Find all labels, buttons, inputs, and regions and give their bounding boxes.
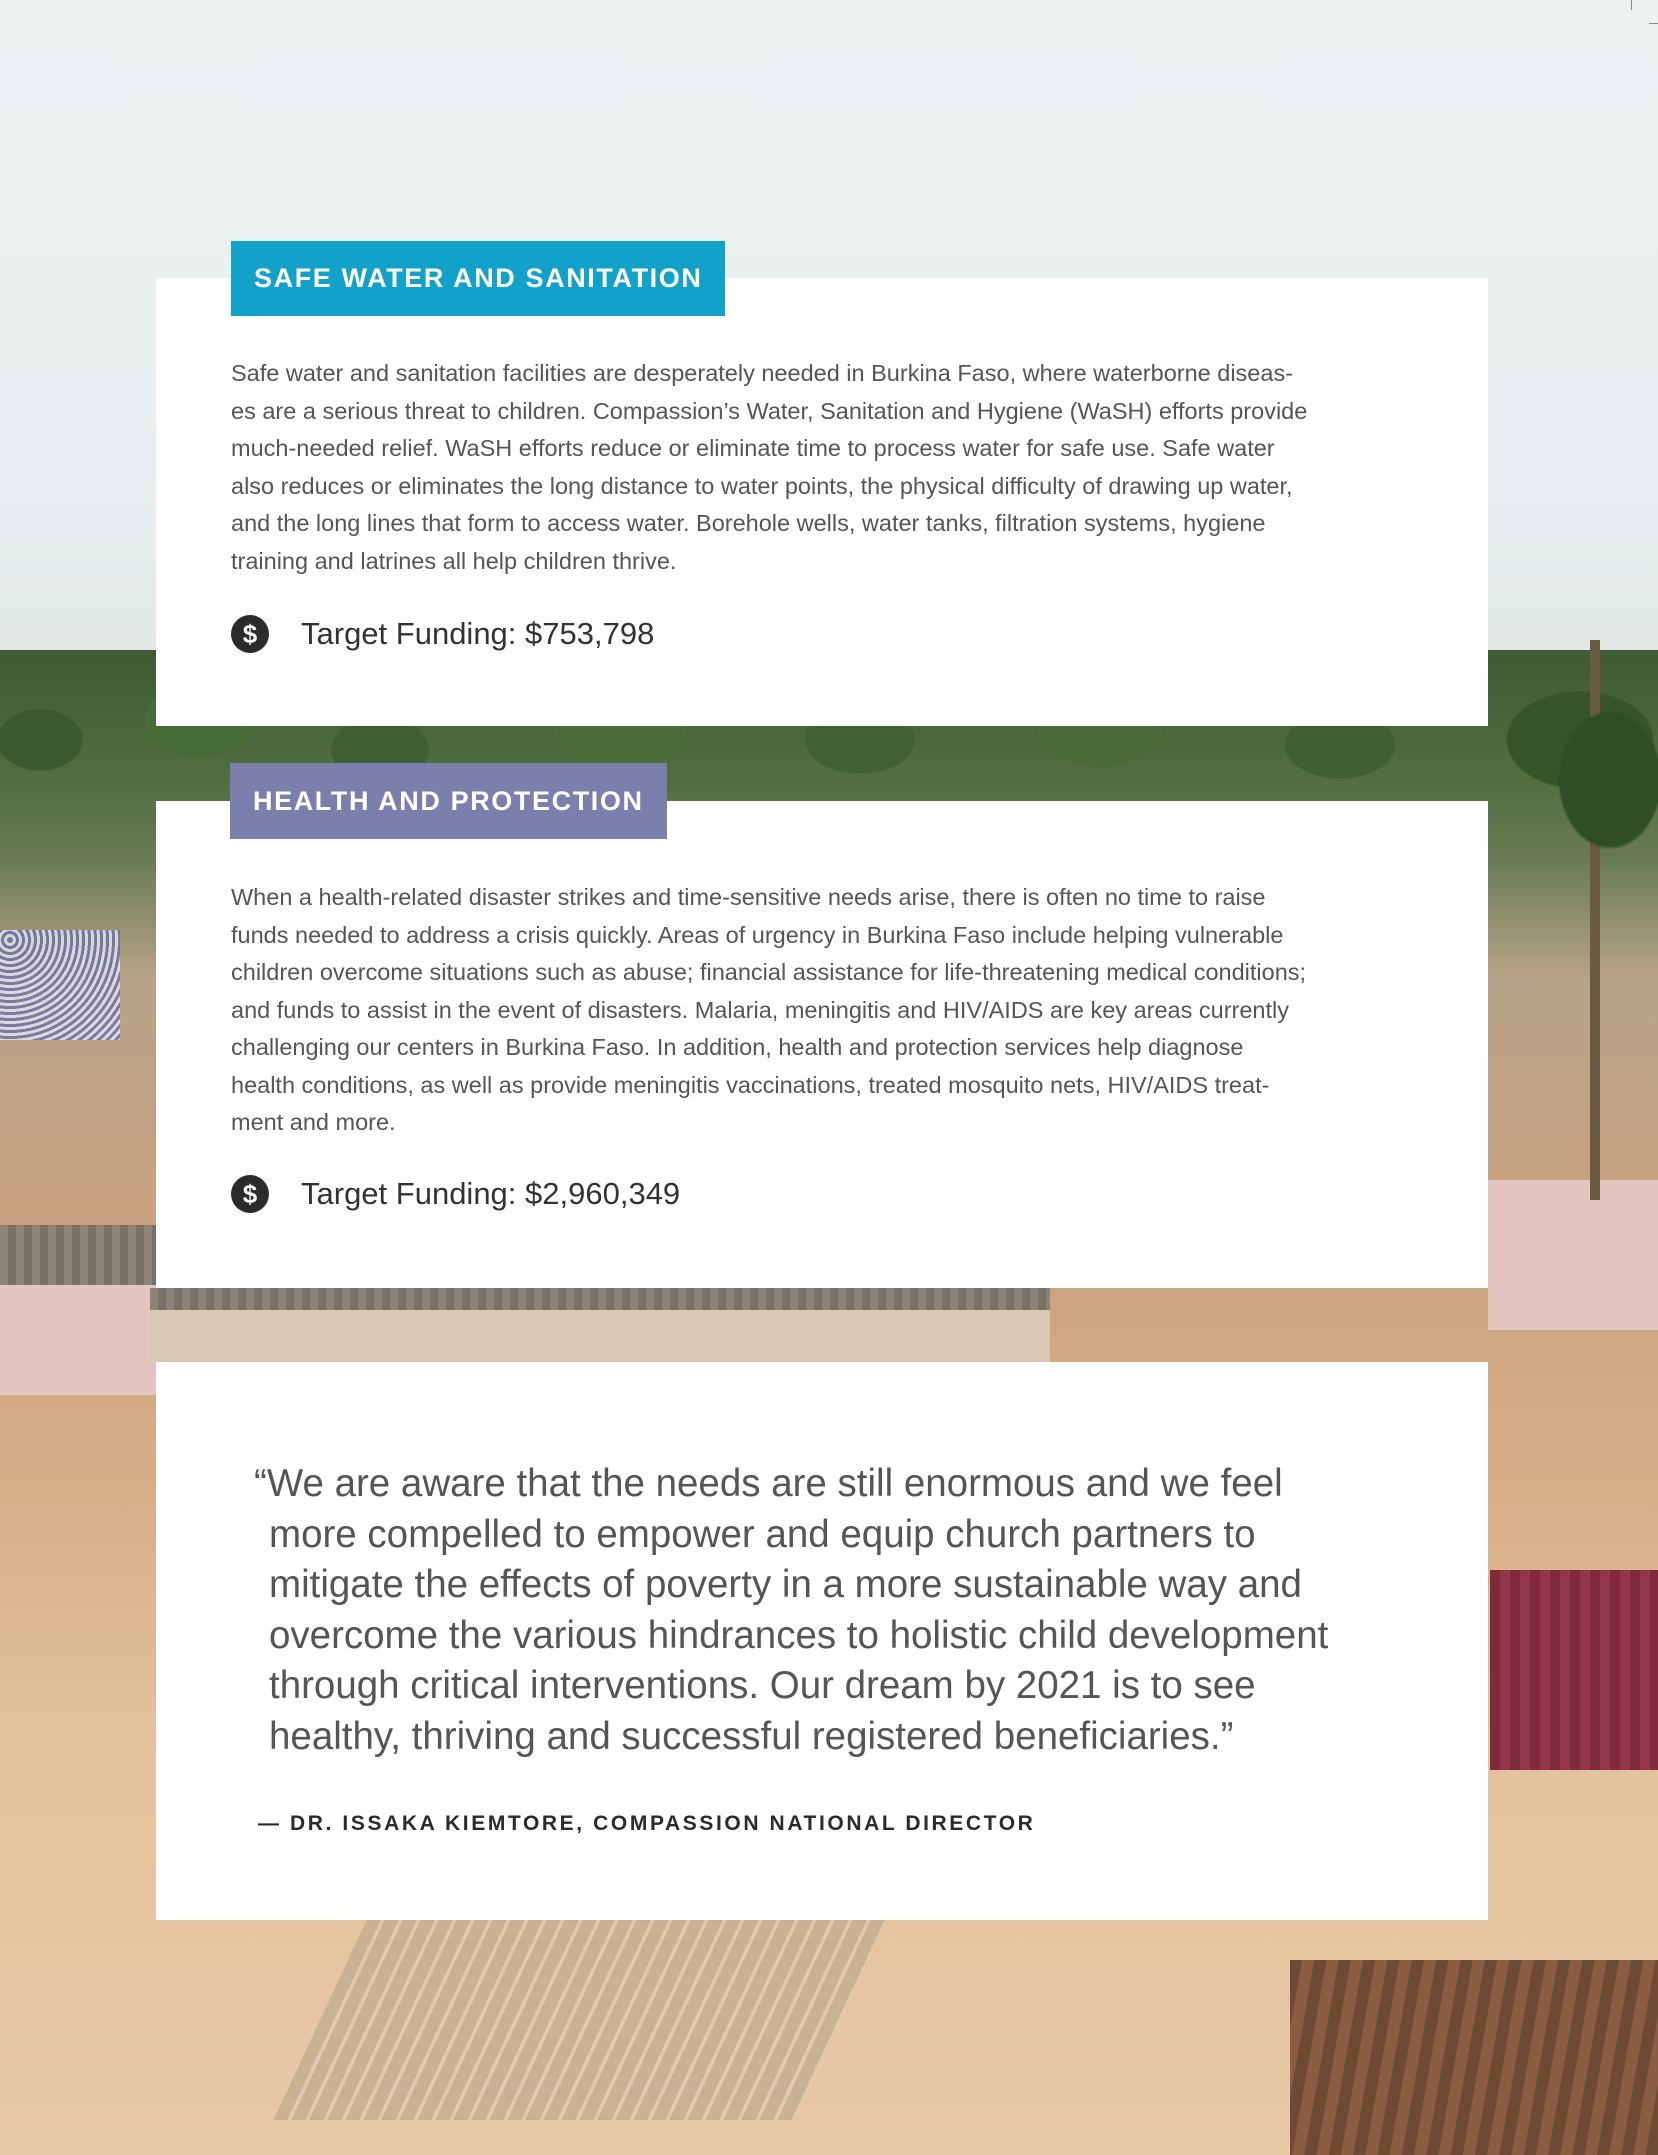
roof-left (0, 1225, 160, 1285)
health-section-tag: HEALTH AND PROTECTION (230, 763, 667, 839)
building-wall-center (150, 1310, 1050, 1362)
quote-line: mitigate the effects of poverty in a mor… (269, 1563, 1302, 1606)
brick-fence (1490, 1570, 1658, 1770)
body-line: also reduces or eliminates the long dist… (231, 472, 1293, 499)
palm-tree (1520, 640, 1658, 1200)
body-line: Safe water and sanitation facilities are… (231, 360, 1294, 386)
crop-mark (1649, 23, 1658, 24)
water-section-tag: SAFE WATER AND SANITATION (231, 241, 726, 316)
water-target-funding: $ Target Funding: $753,798 (231, 615, 654, 653)
director-quote: “We are aware that the needs are still e… (254, 1459, 1414, 1762)
quote-line: healthy, thriving and successful registe… (269, 1714, 1234, 1758)
building-wall-left (0, 1285, 160, 1395)
body-line: health conditions, as well as provide me… (231, 1071, 1270, 1098)
body-line: children overcome situations such as abu… (231, 959, 1307, 985)
quote-line: more compelled to empower and equip chur… (269, 1512, 1256, 1556)
body-line: and the long lines that form to access w… (231, 510, 1266, 536)
body-line: When a health-related disaster strikes a… (231, 884, 1266, 910)
body-line: training and latrines all help children … (231, 547, 677, 574)
crowd-of-children (0, 930, 120, 1040)
body-line: much-needed relief. WaSH efforts reduce … (231, 435, 1275, 461)
body-line: challenging our centers in Burkina Faso.… (231, 1034, 1244, 1060)
building-wall-right (1488, 1180, 1658, 1330)
roof-center (150, 1288, 1050, 1310)
quote-attribution: — DR. ISSAKA KIEMTORE, COMPASSION NATION… (258, 1812, 1036, 1835)
dollar-sign-icon: $ (231, 1175, 269, 1213)
dollar-sign-icon: $ (231, 615, 269, 653)
rusty-roof (1290, 1960, 1658, 2155)
drying-bricks (273, 1920, 887, 2120)
body-line: es are a serious threat to children. Com… (231, 397, 1308, 424)
water-section-body: Safe water and sanitation facilities are… (231, 355, 1421, 580)
crop-mark (1631, 0, 1632, 10)
quote-line: “We are aware that the needs are still e… (254, 1462, 1283, 1505)
body-line: and funds to assist in the event of disa… (231, 996, 1290, 1023)
health-target-funding: $ Target Funding: $2,960,349 (231, 1175, 680, 1213)
quote-line: through critical interventions. Our drea… (269, 1664, 1256, 1707)
health-funding-amount: Target Funding: $2,960,349 (301, 1176, 681, 1211)
health-section-body: When a health-related disaster strikes a… (231, 879, 1421, 1142)
body-line: funds needed to address a crisis quickly… (231, 921, 1284, 948)
quote-line: overcome the various hindrances to holis… (269, 1613, 1329, 1657)
water-funding-amount: Target Funding: $753,798 (301, 616, 655, 651)
body-line: ment and more. (231, 1109, 396, 1135)
